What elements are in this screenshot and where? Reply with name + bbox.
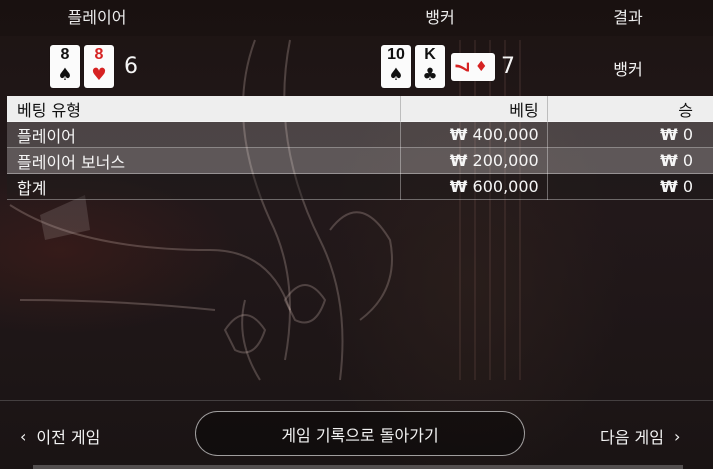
banker-score: 7 bbox=[501, 53, 515, 79]
card-rank: 7 bbox=[450, 61, 472, 73]
diamond-icon: ♦ bbox=[475, 59, 488, 75]
currency-symbol: ₩ bbox=[660, 125, 678, 144]
bet-amount-cell: ₩ 600,000 bbox=[400, 173, 548, 200]
chevron-right-icon: › bbox=[673, 426, 681, 446]
win-amount-value: 0 bbox=[682, 125, 693, 144]
bet-amount-value: 400,000 bbox=[472, 125, 539, 144]
spade-icon: ♠ bbox=[57, 64, 73, 85]
previous-game-button[interactable]: ‹ 이전 게임 bbox=[20, 424, 100, 448]
table-row: 플레이어 ₩ 400,000 ₩ 0 bbox=[7, 121, 713, 148]
table-header-row: 베팅 유형 베팅 승 bbox=[7, 96, 713, 122]
bets-table: 베팅 유형 베팅 승 플레이어 ₩ 400,000 ₩ 0 플레이어 보너스 ₩… bbox=[7, 96, 713, 200]
player-hand: 8 ♠ 8 ♥ 6 bbox=[50, 44, 138, 88]
next-game-label: 다음 게임 bbox=[600, 428, 664, 447]
table-row-total: 합계 ₩ 600,000 ₩ 0 bbox=[7, 173, 713, 200]
currency-symbol: ₩ bbox=[660, 151, 678, 170]
win-amount-value: 0 bbox=[682, 177, 693, 196]
currency-symbol: ₩ bbox=[449, 151, 468, 170]
bet-amount-header: 베팅 bbox=[400, 96, 548, 122]
bottom-edge-strip bbox=[33, 465, 683, 469]
player-score: 6 bbox=[124, 53, 138, 79]
banker-hand: 10 ♠ K ♣ 7 ♦ 7 bbox=[381, 44, 515, 88]
player-card-1: 8 ♠ bbox=[50, 44, 80, 88]
bet-amount-cell: ₩ 400,000 bbox=[400, 121, 548, 148]
previous-game-label: 이전 게임 bbox=[36, 428, 101, 447]
banker-card-2: K ♣ bbox=[415, 44, 445, 88]
spade-icon: ♠ bbox=[388, 64, 404, 85]
win-amount-cell: ₩ 0 bbox=[547, 173, 713, 200]
currency-symbol: ₩ bbox=[449, 177, 468, 196]
win-amount-header: 승 bbox=[547, 96, 713, 122]
bet-type-header: 베팅 유형 bbox=[7, 96, 402, 122]
banker-card-1: 10 ♠ bbox=[381, 44, 411, 88]
footer-divider bbox=[0, 400, 713, 401]
result-column-header: 결과 bbox=[613, 8, 643, 27]
next-game-button[interactable]: 다음 게임 › bbox=[600, 424, 680, 448]
banker-third-card: 7 ♦ bbox=[450, 53, 495, 81]
card-rank: K bbox=[424, 45, 436, 63]
bet-type-cell: 합계 bbox=[7, 173, 402, 200]
bet-amount-cell: ₩ 200,000 bbox=[400, 147, 548, 174]
club-icon: ♣ bbox=[422, 64, 438, 85]
bet-type-cell: 플레이어 보너스 bbox=[7, 147, 402, 174]
back-to-history-button[interactable]: 게임 기록으로 돌아가기 bbox=[195, 411, 525, 456]
banker-column-header: 뱅커 bbox=[425, 8, 455, 27]
bet-type-cell: 플레이어 bbox=[7, 121, 402, 148]
currency-symbol: ₩ bbox=[449, 125, 468, 144]
bet-amount-value: 200,000 bbox=[472, 151, 539, 170]
win-amount-value: 0 bbox=[682, 151, 693, 170]
bet-amount-value: 600,000 bbox=[472, 177, 539, 196]
player-card-2: 8 ♥ bbox=[84, 44, 114, 88]
chevron-left-icon: ‹ bbox=[20, 426, 27, 446]
table-row: 플레이어 보너스 ₩ 200,000 ₩ 0 bbox=[7, 147, 713, 174]
win-amount-cell: ₩ 0 bbox=[547, 121, 713, 148]
heart-icon: ♥ bbox=[91, 64, 107, 85]
card-rank: 8 bbox=[60, 45, 70, 63]
win-amount-cell: ₩ 0 bbox=[547, 147, 713, 174]
currency-symbol: ₩ bbox=[660, 177, 678, 196]
result-value: 뱅커 bbox=[613, 60, 643, 79]
card-rank: 10 bbox=[387, 45, 405, 63]
card-rank: 8 bbox=[94, 45, 104, 63]
player-column-header: 플레이어 bbox=[67, 8, 127, 27]
